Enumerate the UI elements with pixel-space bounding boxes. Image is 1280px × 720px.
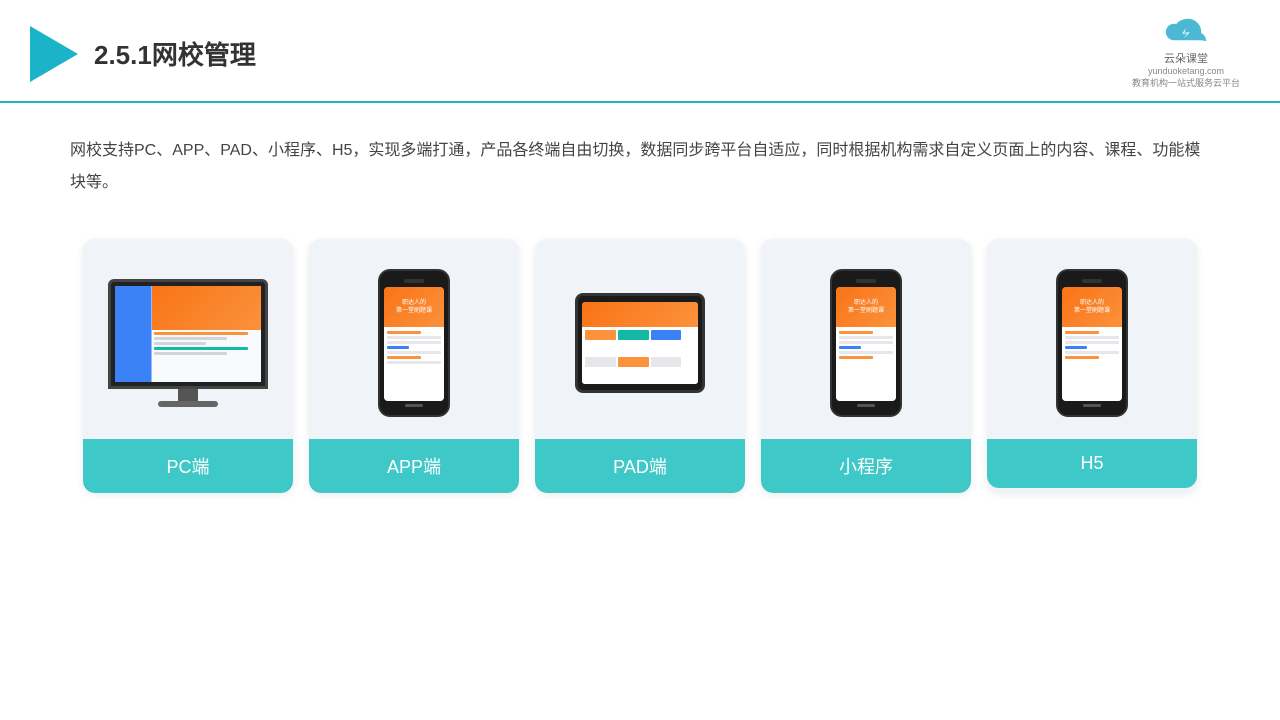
tab-block-2 bbox=[618, 330, 649, 340]
h5-phone-notch bbox=[1082, 279, 1102, 283]
brand-domain: yunduoketang.com bbox=[1148, 66, 1224, 78]
miniapp-bar-2 bbox=[839, 336, 893, 339]
miniapp-bar-4 bbox=[839, 346, 861, 349]
tablet-screen-top bbox=[582, 302, 698, 327]
h5-bar-3 bbox=[1065, 341, 1119, 344]
miniapp-home-button bbox=[857, 404, 875, 407]
pc-label: PC端 bbox=[83, 439, 293, 493]
h5-screen-top-text: 职达人的第一堂刷题课 bbox=[1074, 299, 1110, 316]
phone-screen-top-text: 职达人的第一堂刷题课 bbox=[396, 299, 432, 316]
pad-tablet-mockup bbox=[575, 293, 705, 393]
miniapp-screen-top: 职达人的第一堂刷题课 bbox=[836, 287, 896, 327]
miniapp-bar-1 bbox=[839, 331, 873, 334]
miniapp-screen-bottom bbox=[836, 327, 896, 401]
tab-block-5 bbox=[618, 357, 649, 367]
pc-card: PC端 bbox=[83, 239, 293, 493]
app-card: 职达人的第一堂刷题课 APP端 bbox=[309, 239, 519, 493]
app-phone-mockup: 职达人的第一堂刷题课 bbox=[378, 269, 450, 417]
miniapp-phone-notch bbox=[856, 279, 876, 283]
app-label: APP端 bbox=[309, 439, 519, 493]
content-line-1 bbox=[154, 332, 249, 335]
phone-bar-6 bbox=[387, 356, 421, 359]
phone-bar-2 bbox=[387, 336, 441, 339]
pc-base bbox=[158, 401, 218, 407]
logo-triangle-icon bbox=[30, 26, 78, 82]
phone-notch bbox=[404, 279, 424, 283]
h5-bar-5 bbox=[1065, 351, 1119, 354]
h5-bar-4 bbox=[1065, 346, 1087, 349]
content-line-3 bbox=[154, 342, 207, 345]
miniapp-image-area: 职达人的第一堂刷题课 bbox=[761, 239, 971, 439]
phone-bar-4 bbox=[387, 346, 409, 349]
miniapp-screen-top-text: 职达人的第一堂刷题课 bbox=[848, 299, 884, 316]
miniapp-card: 职达人的第一堂刷题课 小程序 bbox=[761, 239, 971, 493]
header-right: 云朵课堂 yunduoketang.com 教育机构一站式服务云平台 bbox=[1132, 18, 1240, 89]
tab-block-3 bbox=[651, 330, 682, 340]
h5-bar-2 bbox=[1065, 336, 1119, 339]
miniapp-phone-mockup: 职达人的第一堂刷题课 bbox=[830, 269, 902, 417]
h5-image-area: 职达人的第一堂刷题课 bbox=[987, 239, 1197, 439]
page-header: 2.5.1网校管理 云朵课堂 yunduoketang.com 教育机构一站式服… bbox=[0, 0, 1280, 103]
tab-block-4 bbox=[585, 357, 616, 367]
miniapp-bar-6 bbox=[839, 356, 873, 359]
h5-phone-screen: 职达人的第一堂刷题课 bbox=[1062, 287, 1122, 401]
pad-card: PAD端 bbox=[535, 239, 745, 493]
h5-home-button bbox=[1083, 404, 1101, 407]
miniapp-phone-screen: 职达人的第一堂刷题课 bbox=[836, 287, 896, 401]
pc-screen-content bbox=[115, 286, 261, 382]
phone-bar-1 bbox=[387, 331, 421, 334]
content-line-4 bbox=[154, 347, 249, 350]
h5-bar-1 bbox=[1065, 331, 1099, 334]
page-title: 2.5.1网校管理 bbox=[94, 35, 256, 72]
description-text: 网校支持PC、APP、PAD、小程序、H5，实现多端打通，产品各终端自由切换，数… bbox=[0, 103, 1280, 219]
brand-name: 云朵课堂 bbox=[1164, 50, 1208, 66]
h5-card: 职达人的第一堂刷题课 H5 bbox=[987, 239, 1197, 493]
phone-screen-top: 职达人的第一堂刷题课 bbox=[384, 287, 444, 327]
cloud-logo-icon bbox=[1160, 18, 1212, 50]
tab-block-6 bbox=[651, 357, 682, 367]
pad-image-area bbox=[535, 239, 745, 439]
phone-bar-5 bbox=[387, 351, 441, 354]
phone-home-button bbox=[405, 404, 423, 407]
pc-content-lines bbox=[152, 330, 262, 357]
tab-block-1 bbox=[585, 330, 616, 340]
pc-screen-bottom bbox=[152, 330, 262, 383]
tablet-screen-bottom bbox=[582, 327, 698, 384]
miniapp-bar-3 bbox=[839, 341, 893, 344]
miniapp-label: 小程序 bbox=[761, 439, 971, 493]
pc-stand bbox=[178, 389, 198, 401]
phone-bar-3 bbox=[387, 341, 441, 344]
pad-label: PAD端 bbox=[535, 439, 745, 493]
platform-cards: PC端 职达人的第一堂刷题课 bbox=[0, 219, 1280, 523]
phone-screen-bottom bbox=[384, 327, 444, 401]
miniapp-bar-5 bbox=[839, 351, 893, 354]
h5-bar-6 bbox=[1065, 356, 1099, 359]
pc-screen-top bbox=[152, 286, 262, 329]
content-line-2 bbox=[154, 337, 228, 340]
pc-screen-outer bbox=[108, 279, 268, 389]
app-image-area: 职达人的第一堂刷题课 bbox=[309, 239, 519, 439]
app-phone-screen: 职达人的第一堂刷题课 bbox=[384, 287, 444, 401]
content-line-5 bbox=[154, 352, 228, 355]
brand-slogan: 教育机构一站式服务云平台 bbox=[1132, 78, 1240, 90]
pad-tablet-screen bbox=[582, 302, 698, 384]
h5-screen-top: 职达人的第一堂刷题课 bbox=[1062, 287, 1122, 327]
h5-label: H5 bbox=[987, 439, 1197, 488]
phone-bar-7 bbox=[387, 361, 441, 364]
header-left: 2.5.1网校管理 bbox=[30, 26, 256, 82]
brand-logo: 云朵课堂 yunduoketang.com 教育机构一站式服务云平台 bbox=[1132, 18, 1240, 89]
pc-image-area bbox=[83, 239, 293, 439]
h5-phone-mockup: 职达人的第一堂刷题课 bbox=[1056, 269, 1128, 417]
h5-screen-bottom bbox=[1062, 327, 1122, 401]
pc-mockup bbox=[108, 279, 268, 407]
